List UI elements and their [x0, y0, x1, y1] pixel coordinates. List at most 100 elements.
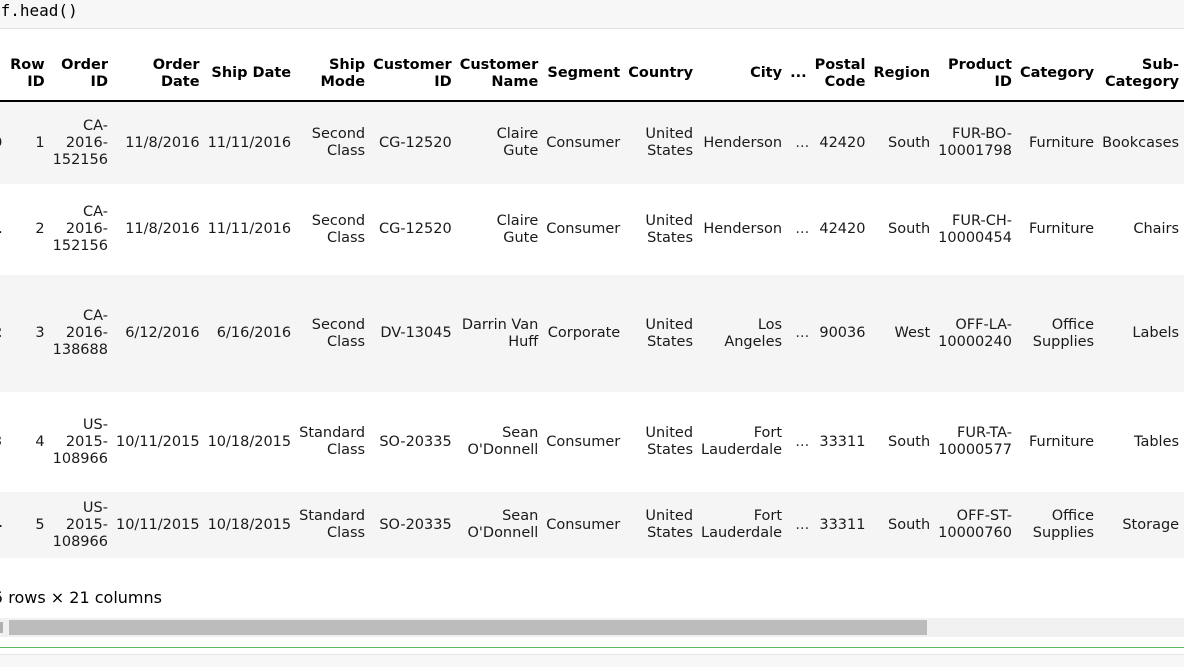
cell-ship-date: 11/11/2016	[207, 221, 292, 237]
cell-customer-name: Sean O'Donnell	[467, 508, 539, 541]
cell-customer-name: Claire Gute	[496, 126, 539, 159]
column-header-order-date: Order Date	[115, 48, 208, 102]
cell-order-date: 6/12/2016	[125, 325, 200, 341]
cell-customer-id: SO-20335	[379, 516, 452, 533]
scrollbar-thumb[interactable]	[9, 620, 927, 635]
cell-customer-id: CG-12520	[378, 134, 452, 151]
cell-order-date: 11/8/2016	[125, 221, 200, 237]
cell-city: Henderson	[703, 221, 783, 237]
cell-postal-code: 33311	[819, 433, 866, 450]
cell-row-id: 4	[35, 433, 45, 450]
column-header-index	[0, 48, 11, 102]
cell-postal-code: 42420	[819, 134, 866, 151]
cell-sub-category: Bookcases	[1102, 134, 1180, 151]
cell-product-id: FUR-CH-10000454	[938, 212, 1012, 246]
cell-border	[0, 647, 1184, 648]
cell-ship-date: 10/18/2015	[207, 433, 292, 450]
cell-region: South	[888, 433, 931, 450]
cell-segment: Consumer	[546, 433, 621, 450]
cell-ship-mode: Second Class	[311, 316, 366, 350]
cell-sub-category: Tables	[1134, 433, 1180, 450]
cell-ellipsis: ...	[795, 134, 810, 151]
cell-category: Office Supplies	[1032, 316, 1095, 350]
cell-postal-code: 42420	[819, 221, 866, 237]
column-header-segment: Segment	[546, 48, 629, 102]
cell-segment: Consumer	[546, 134, 621, 151]
cell-ship-date: 10/18/2015	[207, 516, 292, 533]
cell-region: South	[888, 221, 931, 237]
column-header-order-id: Order ID	[52, 48, 116, 102]
cell-ship-mode: Second Class	[311, 212, 366, 246]
cell-country: United States	[645, 126, 694, 159]
row-index: 3	[0, 392, 10, 492]
cell-ship-mode: Standard Class	[299, 508, 366, 541]
cell-ship-date: 6/16/2016	[216, 325, 292, 341]
column-header-ship-date: Ship Date	[207, 48, 300, 102]
scroll-left-arrow-icon[interactable]	[0, 622, 3, 633]
row-index: 1	[0, 184, 10, 275]
cell-customer-name: Claire Gute	[496, 212, 539, 246]
table-row: 2 3 CA-2016-138688 6/12/2016 6/16/2016 Second…	[0, 275, 1184, 392]
cell-category: Furniture	[1028, 221, 1095, 237]
cell-product-id: FUR-BO-10001798	[938, 126, 1012, 159]
cell-segment: Consumer	[546, 516, 621, 533]
cell-city: Henderson	[703, 134, 783, 151]
column-header-product-id: Product ID	[938, 48, 1020, 102]
code-text: df.head()	[0, 1, 78, 20]
column-header-city: City	[701, 48, 791, 102]
cell-sub-category: Labels	[1132, 325, 1180, 341]
cell-row-id: 5	[35, 516, 45, 533]
column-header-category: Category	[1019, 48, 1103, 102]
cell-category: Office Supplies	[1032, 508, 1095, 541]
shape-summary: 5 rows × 21 columns	[0, 588, 162, 607]
cell-country: United States	[645, 508, 694, 541]
cell-order-id: US-2015-108966	[52, 499, 108, 550]
dataframe-output: Row ID Order ID Order Date Ship Date Ship Mo…	[0, 48, 1184, 573]
next-code-cell[interactable]	[0, 654, 1184, 667]
cell-customer-name: Darrin Van Huff	[461, 316, 539, 350]
column-header-postal-code: Postal Code	[814, 48, 874, 102]
cell-row-id: 2	[35, 221, 45, 237]
column-header-country: Country	[628, 48, 702, 102]
table-body: 01 CA-2016-152156 11/8/2016 11/11/2016 Secon…	[0, 101, 1184, 558]
table-row: 1 2 CA-2016-152156 11/8/2016 11/11/2016 Secon…	[0, 184, 1184, 275]
cell-order-id: US-2015-108966	[52, 416, 108, 467]
cell-row-id: 3	[35, 325, 45, 341]
cell-region: West	[894, 325, 931, 341]
code-cell-input[interactable]: df.head()	[0, 0, 1184, 29]
cell-order-date: 10/11/2015	[115, 433, 200, 450]
cell-order-date: 10/11/2015	[115, 516, 200, 533]
cell-postal-code: 90036	[819, 325, 866, 341]
cell-customer-id: CG-12520	[378, 221, 452, 237]
cell-country: United States	[645, 316, 694, 350]
cell-ellipsis: ...	[795, 221, 810, 237]
column-header-region: Region	[873, 48, 939, 102]
table-row: 3 4 US-2015-108966 10/11/2015 10/18/2015 Stan…	[0, 392, 1184, 492]
column-header-sub-category: Sub-Category	[1102, 48, 1184, 102]
table-row: 0 1 CA-2016-152156 11/8/2016 11/11/2016 Secon…	[0, 101, 1184, 184]
row-index: 2	[0, 275, 10, 392]
cell-city: Fort Lauderdale	[701, 425, 783, 458]
row-index: 0	[0, 101, 10, 184]
cell-customer-id: DV-13045	[380, 325, 452, 341]
cell-sub-category: Chairs	[1133, 221, 1180, 237]
cell-country: United States	[645, 212, 694, 246]
cell-ship-date: 11/11/2016	[207, 134, 292, 151]
cell-city: Los Angeles	[724, 316, 783, 350]
cell-ellipsis: ...	[795, 325, 810, 341]
horizontal-scrollbar[interactable]	[0, 618, 1184, 637]
cell-category: Furniture	[1028, 433, 1095, 450]
cell-ellipsis: ...	[795, 516, 810, 533]
column-header-ship-mode: Ship Mode	[299, 48, 374, 102]
cell-category: Furniture	[1028, 134, 1095, 151]
cell-product-id: OFF-ST-10000760	[938, 508, 1012, 541]
column-header-ellipsis: ...	[790, 48, 815, 102]
cell-order-id: CA-2016-152156	[52, 204, 108, 254]
cell-ellipsis: ...	[795, 433, 810, 450]
cell-sub-category: Storage	[1122, 516, 1180, 533]
cell-order-id: CA-2016-152156	[52, 117, 108, 168]
table-row: 4 5 US-2015-108966 10/11/2015 10/18/2015 Stan…	[0, 492, 1184, 558]
column-header-customer-id: Customer ID	[373, 48, 460, 102]
column-header-customer-name: Customer Name	[459, 48, 547, 102]
cell-order-id: CA-2016-138688	[52, 308, 108, 358]
